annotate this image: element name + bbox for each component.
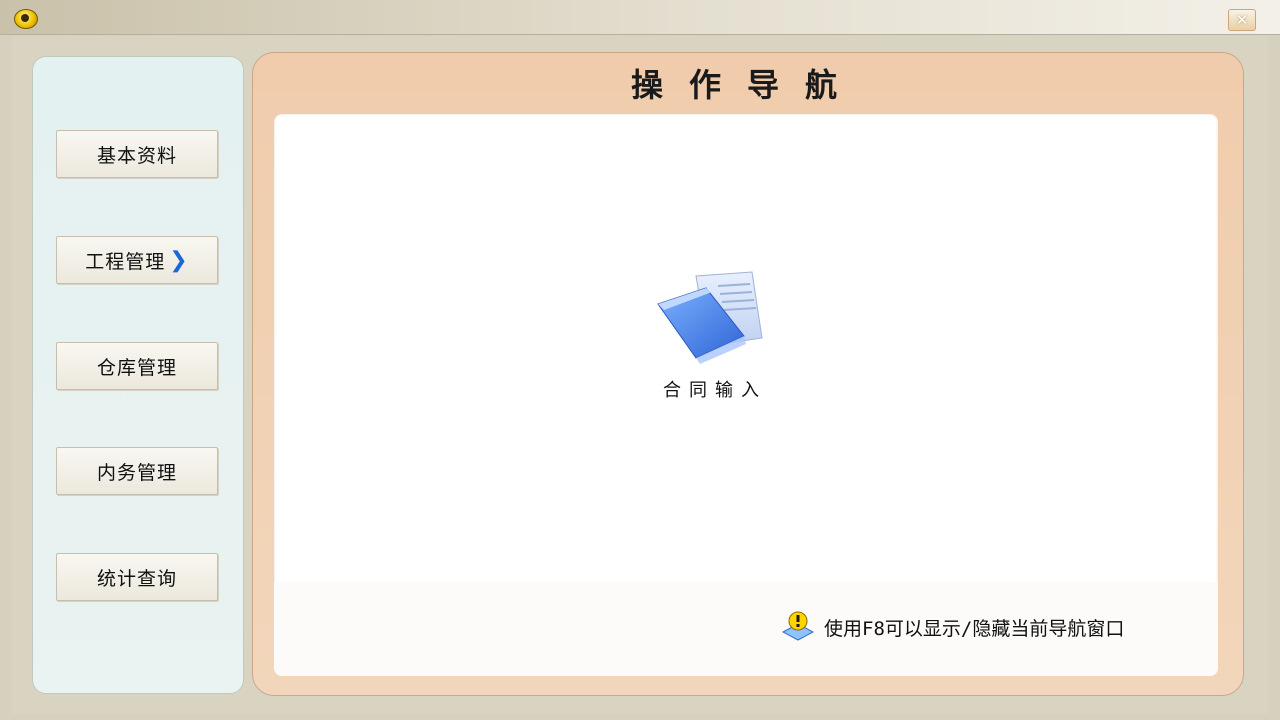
info-warning-icon: [781, 610, 815, 644]
sidebar-item-warehouse-management[interactable]: 仓库管理: [56, 342, 218, 390]
sidebar-item-project-management[interactable]: 工程管理 ❯: [56, 236, 218, 284]
sidebar-item-label: 基本资料: [96, 144, 177, 167]
sidebar-item-statistics-query[interactable]: 统计查询: [56, 553, 218, 601]
sidebar-item-label: 统计查询: [96, 567, 177, 590]
page-title: 操作导航: [630, 66, 863, 104]
sidebar-item-label: 内务管理: [96, 461, 177, 484]
sidebar-item-label: 工程管理: [85, 250, 166, 273]
contract-input-label[interactable]: 合同输入: [640, 376, 790, 402]
close-button[interactable]: ✕: [1228, 9, 1256, 31]
title-bar: ✕: [0, 0, 1280, 35]
sidebar-item-basic-info[interactable]: 基本资料: [56, 130, 218, 178]
sidebar-item-label: 仓库管理: [96, 356, 177, 379]
app-icon[interactable]: [14, 9, 38, 29]
hint-text: 使用F8可以显示/隐藏当前导航窗口: [824, 618, 1125, 640]
document-icon[interactable]: [652, 270, 772, 368]
sidebar-item-internal-affairs[interactable]: 内务管理: [56, 447, 218, 495]
chevron-right-icon: ❯: [169, 247, 189, 273]
